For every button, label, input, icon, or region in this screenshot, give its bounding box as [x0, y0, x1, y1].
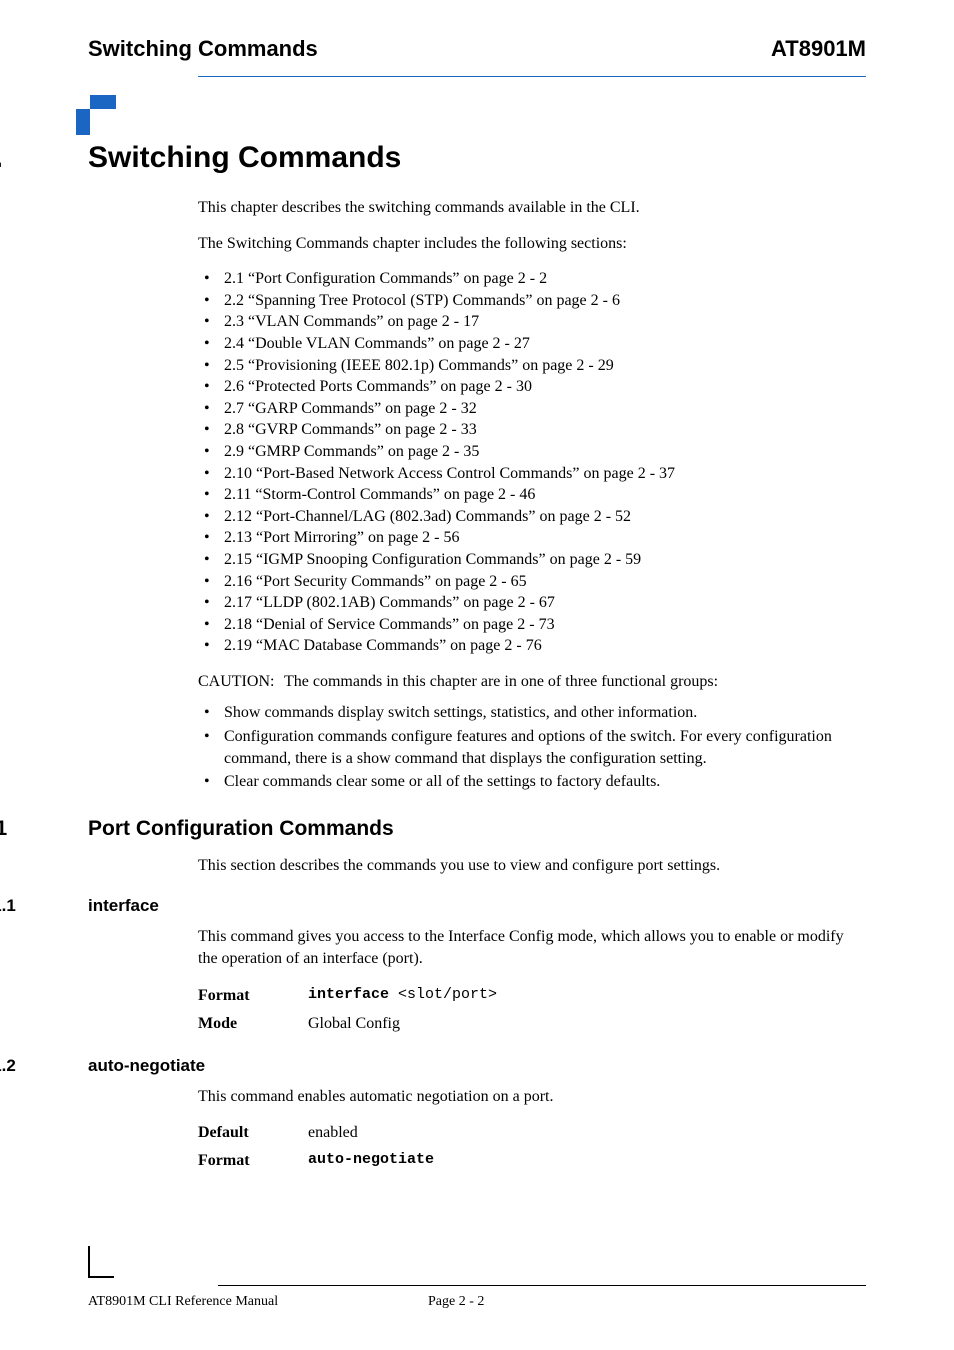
- default-value: enabled: [308, 1121, 358, 1145]
- chapter-intro-1: This chapter describes the switching com…: [198, 197, 866, 219]
- header-rule: [198, 76, 866, 77]
- note-item: Configuration commands configure feature…: [198, 726, 866, 769]
- default-row: Default enabled: [198, 1121, 866, 1145]
- toc-item[interactable]: 2.12 “Port-Channel/LAG (802.3ad) Command…: [198, 506, 866, 528]
- footer-manual-name: AT8901M CLI Reference Manual: [88, 1294, 388, 1310]
- toc-item[interactable]: 2.8 “GVRP Commands” on page 2 - 33: [198, 419, 866, 441]
- subsection-desc: This command gives you access to the Int…: [198, 926, 866, 969]
- section-number: 2.1: [0, 817, 88, 841]
- toc-item[interactable]: 2.3 “VLAN Commands” on page 2 - 17: [198, 311, 866, 333]
- subsection-heading: 2.1.2 auto-negotiate: [88, 1056, 866, 1076]
- caution-block: CAUTION:The commands in this chapter are…: [198, 671, 866, 693]
- section-intro: This section describes the commands you …: [198, 855, 866, 877]
- note-item: Clear commands clear some or all of the …: [198, 771, 866, 793]
- format-value: auto-negotiate: [308, 1149, 434, 1173]
- format-row: Format auto-negotiate: [198, 1149, 866, 1173]
- toc-item[interactable]: 2.19 “MAC Database Commands” on page 2 -…: [198, 635, 866, 657]
- format-row: Format interface <slot/port>: [198, 984, 866, 1008]
- section-heading: 2.1 Port Configuration Commands: [88, 817, 866, 841]
- note-item: Show commands display switch settings, s…: [198, 702, 866, 724]
- mode-row: Mode Global Config: [198, 1012, 866, 1036]
- chapter-intro-2: The Switching Commands chapter includes …: [198, 233, 866, 255]
- subsection-title: interface: [88, 896, 159, 916]
- toc-item[interactable]: 2.5 “Provisioning (IEEE 802.1p) Commands…: [198, 355, 866, 377]
- toc-item[interactable]: 2.10 “Port-Based Network Access Control …: [198, 463, 866, 485]
- toc-item[interactable]: 2.7 “GARP Commands” on page 2 - 32: [198, 398, 866, 420]
- chapter-heading: 2. Switching Commands: [88, 141, 866, 175]
- header-right: AT8901M: [771, 36, 866, 62]
- mode-label: Mode: [198, 1012, 308, 1036]
- toc-item[interactable]: 2.9 “GMRP Commands” on page 2 - 35: [198, 441, 866, 463]
- footer-corner-icon: [88, 1246, 114, 1278]
- toc-item[interactable]: 2.2 “Spanning Tree Protocol (STP) Comman…: [198, 290, 866, 312]
- subsection-title: auto-negotiate: [88, 1056, 205, 1076]
- page-footer: AT8901M CLI Reference Manual Page 2 - 2: [88, 1285, 866, 1310]
- toc-item[interactable]: 2.1 “Port Configuration Commands” on pag…: [198, 268, 866, 290]
- toc-item[interactable]: 2.16 “Port Security Commands” on page 2 …: [198, 571, 866, 593]
- default-label: Default: [198, 1121, 308, 1145]
- subsection-number: 2.1.2: [0, 1056, 88, 1076]
- format-label: Format: [198, 1149, 308, 1173]
- toc-item[interactable]: 2.11 “Storm-Control Commands” on page 2 …: [198, 484, 866, 506]
- format-label: Format: [198, 984, 308, 1008]
- subsection-number: 2.1.1: [0, 896, 88, 916]
- toc-item[interactable]: 2.6 “Protected Ports Commands” on page 2…: [198, 376, 866, 398]
- toc-list: 2.1 “Port Configuration Commands” on pag…: [198, 268, 866, 657]
- subsection-desc: This command enables automatic negotiati…: [198, 1086, 866, 1108]
- toc-item[interactable]: 2.15 “IGMP Snooping Configuration Comman…: [198, 549, 866, 571]
- subsection-heading: 2.1.1 interface: [88, 896, 866, 916]
- toc-item[interactable]: 2.4 “Double VLAN Commands” on page 2 - 2…: [198, 333, 866, 355]
- header-left: Switching Commands: [88, 36, 318, 62]
- toc-item[interactable]: 2.13 “Port Mirroring” on page 2 - 56: [198, 527, 866, 549]
- notes-list: Show commands display switch settings, s…: [198, 702, 866, 792]
- footer-page-number: Page 2 - 2: [388, 1294, 866, 1310]
- toc-item[interactable]: 2.18 “Denial of Service Commands” on pag…: [198, 614, 866, 636]
- caution-label: CAUTION:: [198, 671, 284, 693]
- format-argument: <slot/port>: [398, 986, 497, 1003]
- chapter-title: Switching Commands: [88, 141, 401, 175]
- format-value: interface <slot/port>: [308, 984, 497, 1008]
- corner-logo-icon: [76, 95, 116, 135]
- format-command: interface: [308, 986, 398, 1003]
- toc-item[interactable]: 2.17 “LLDP (802.1AB) Commands” on page 2…: [198, 592, 866, 614]
- page-header: Switching Commands AT8901M: [88, 36, 866, 62]
- mode-value: Global Config: [308, 1012, 400, 1036]
- footer-rule: [218, 1285, 866, 1286]
- caution-body: The commands in this chapter are in one …: [284, 671, 824, 693]
- section-title: Port Configuration Commands: [88, 817, 394, 841]
- chapter-number: 2.: [0, 141, 88, 175]
